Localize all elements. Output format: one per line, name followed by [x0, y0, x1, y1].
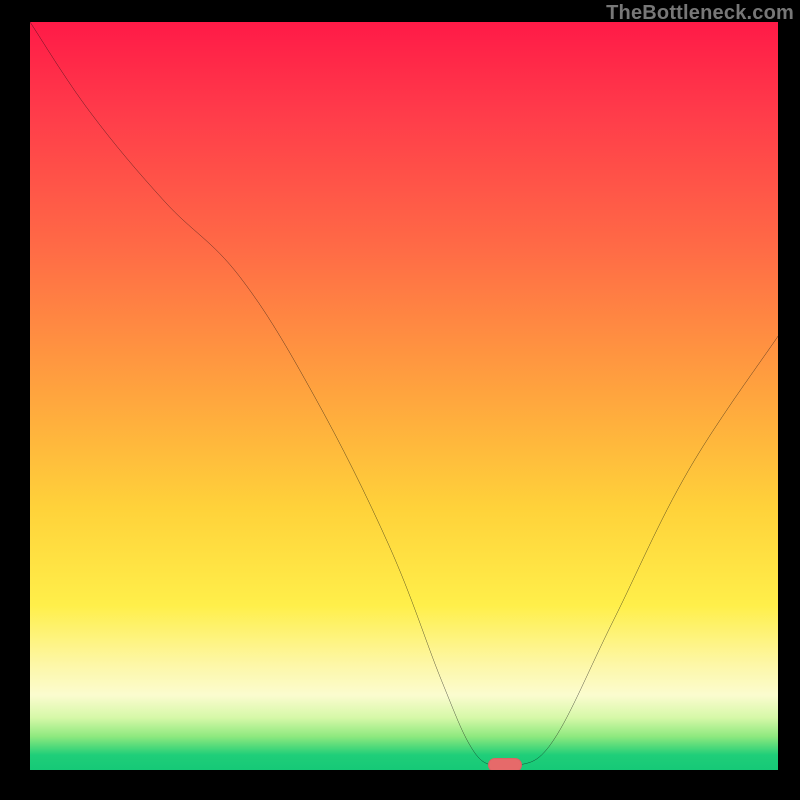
plot-area — [30, 22, 778, 770]
chart-frame: TheBottleneck.com — [0, 0, 800, 800]
bottleneck-curve — [30, 22, 778, 770]
optimal-point-marker — [488, 758, 522, 770]
